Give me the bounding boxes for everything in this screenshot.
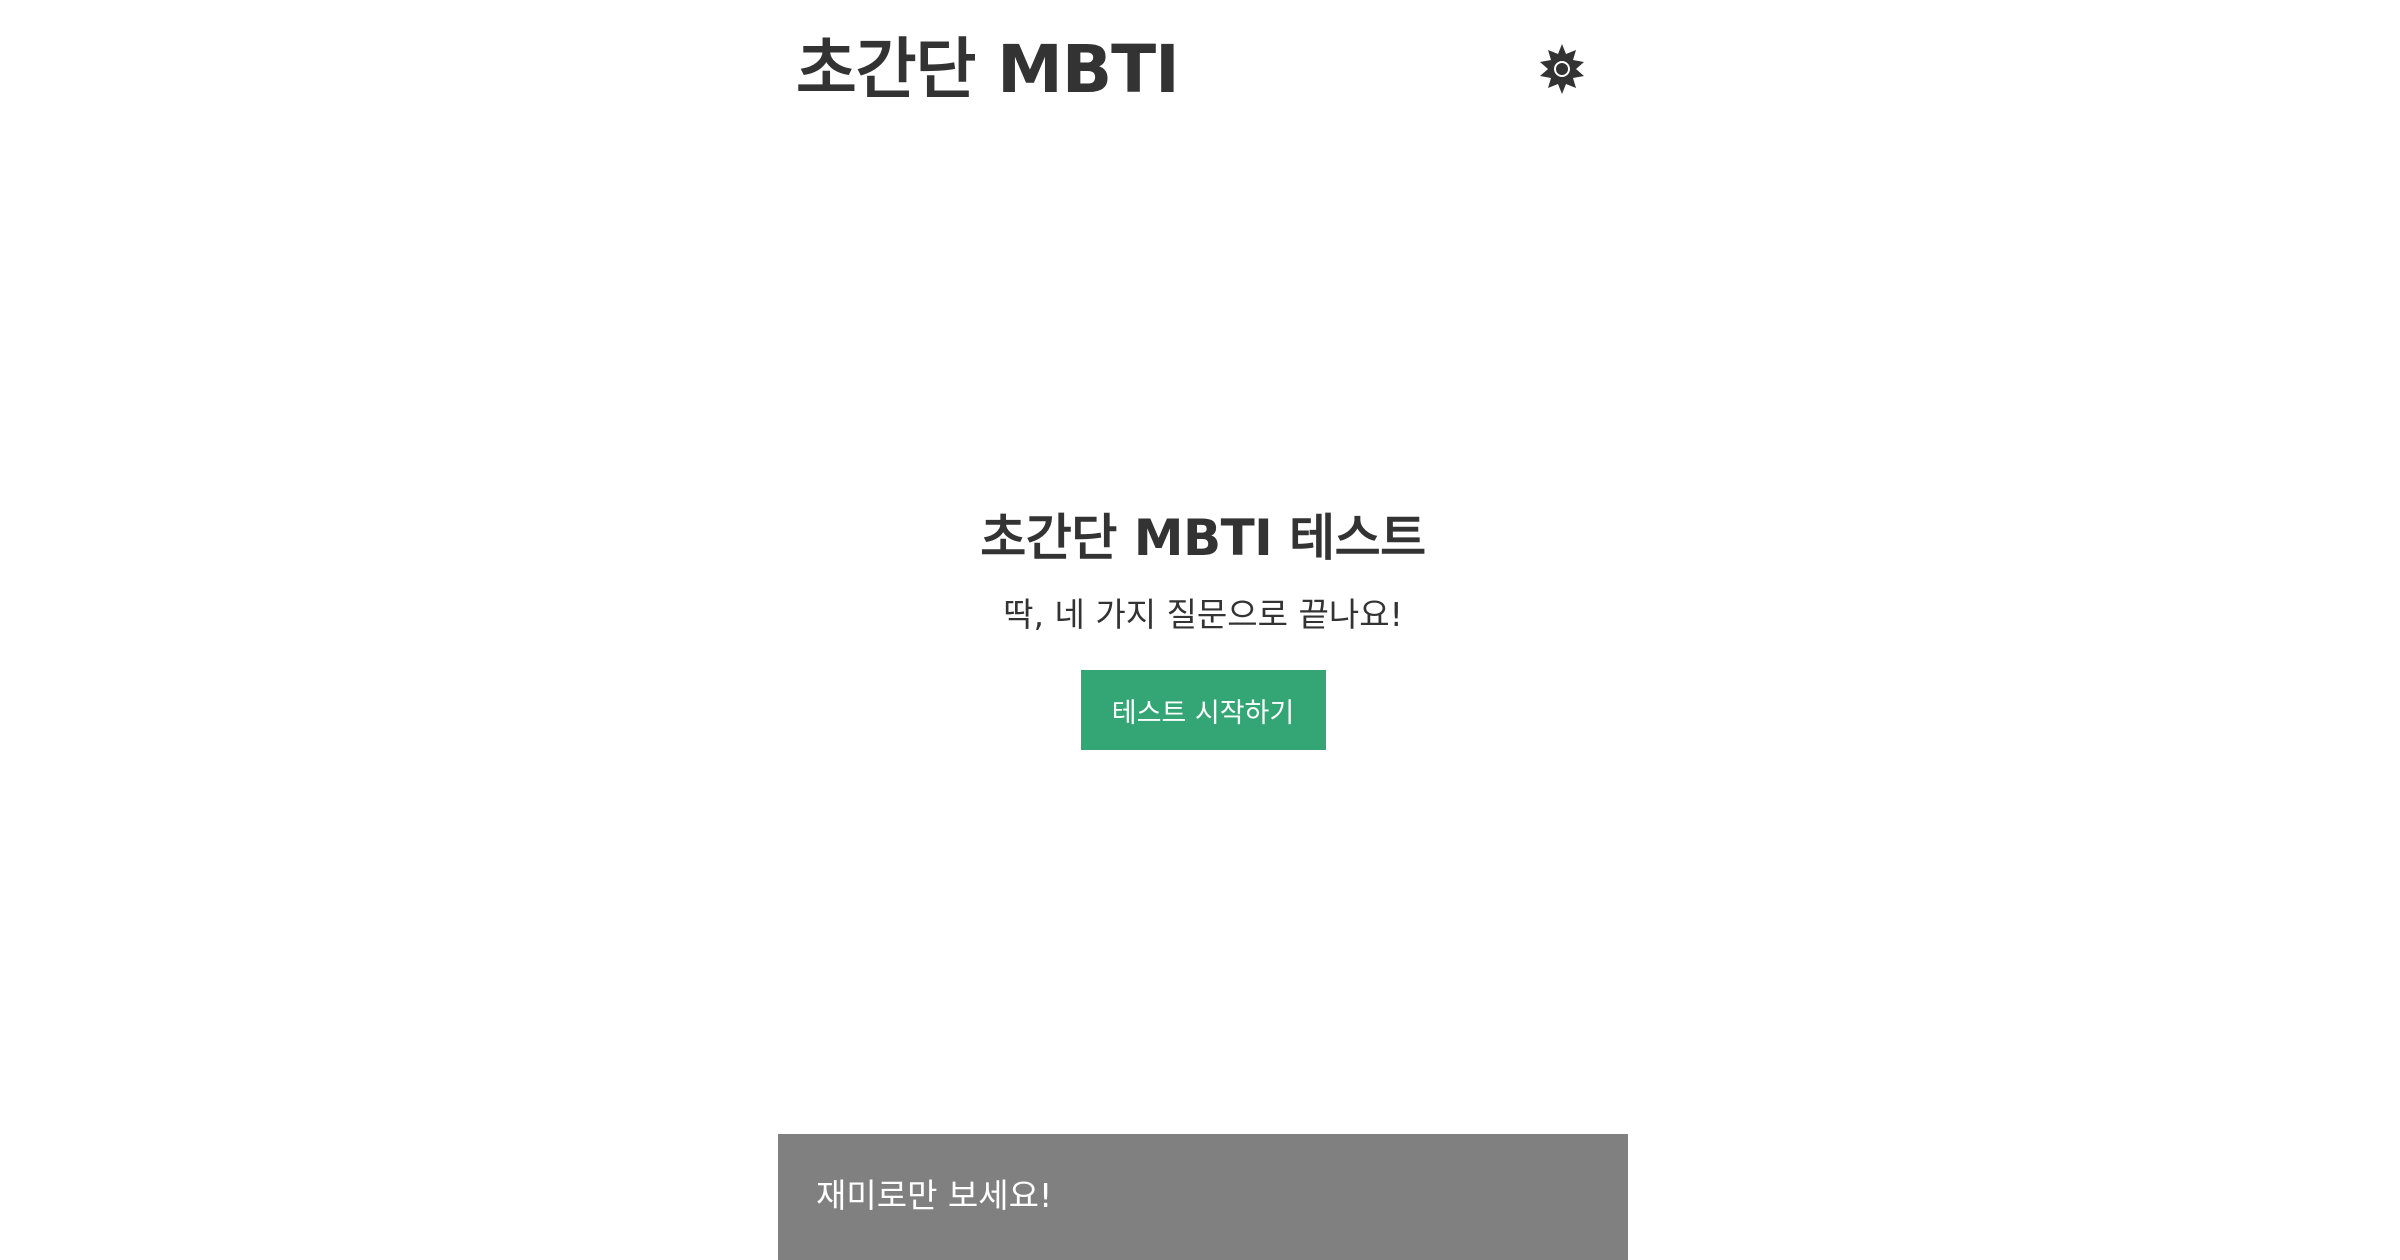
footer-banner: 재미로만 보세요! [778, 1134, 1628, 1260]
header: 초간단 MBTI [778, 22, 1628, 118]
sun-gear-icon [1540, 44, 1584, 94]
hero-title: 초간단 MBTI 테스트 [980, 509, 1426, 567]
start-test-button[interactable]: 테스트 시작하기 [1080, 670, 1326, 750]
theme-toggle-button[interactable] [1534, 40, 1590, 96]
hero-subtitle: 딱, 네 가지 질문으로 끝나요! [1003, 595, 1403, 634]
app-title: 초간단 MBTI [796, 31, 1180, 108]
page: 초간단 MBTI 초간단 MBTI 테스트 딱, 네 가지 질문으로 끝나요! … [0, 0, 2400, 1260]
hero-section: 초간단 MBTI 테스트 딱, 네 가지 질문으로 끝나요! 테스트 시작하기 [778, 500, 1628, 750]
footer-notice: 재미로만 보세요! [816, 1176, 1053, 1215]
